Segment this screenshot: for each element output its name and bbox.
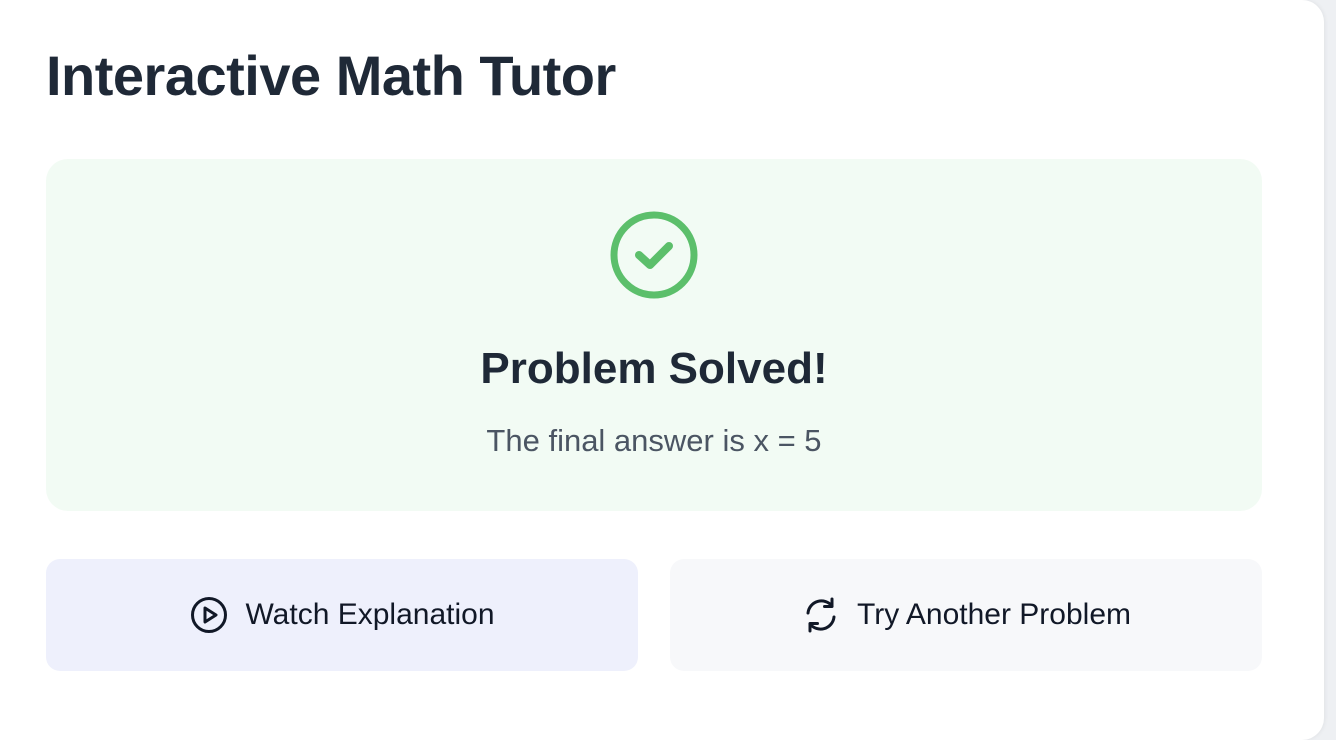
success-message: The final answer is x = 5 [486, 423, 822, 458]
success-panel: Problem Solved! The final answer is x = … [46, 159, 1262, 511]
check-circle-icon [610, 211, 698, 299]
try-another-problem-button[interactable]: Try Another Problem [670, 559, 1262, 671]
page-title: Interactive Math Tutor [46, 44, 616, 107]
watch-explanation-label: Watch Explanation [245, 598, 495, 631]
watch-explanation-button[interactable]: Watch Explanation [46, 559, 638, 671]
tutor-card: Interactive Math Tutor Problem Solved! T… [0, 0, 1324, 740]
play-circle-icon [189, 595, 229, 635]
try-another-problem-label: Try Another Problem [857, 598, 1131, 631]
refresh-icon [801, 595, 841, 635]
success-title: Problem Solved! [480, 344, 828, 393]
